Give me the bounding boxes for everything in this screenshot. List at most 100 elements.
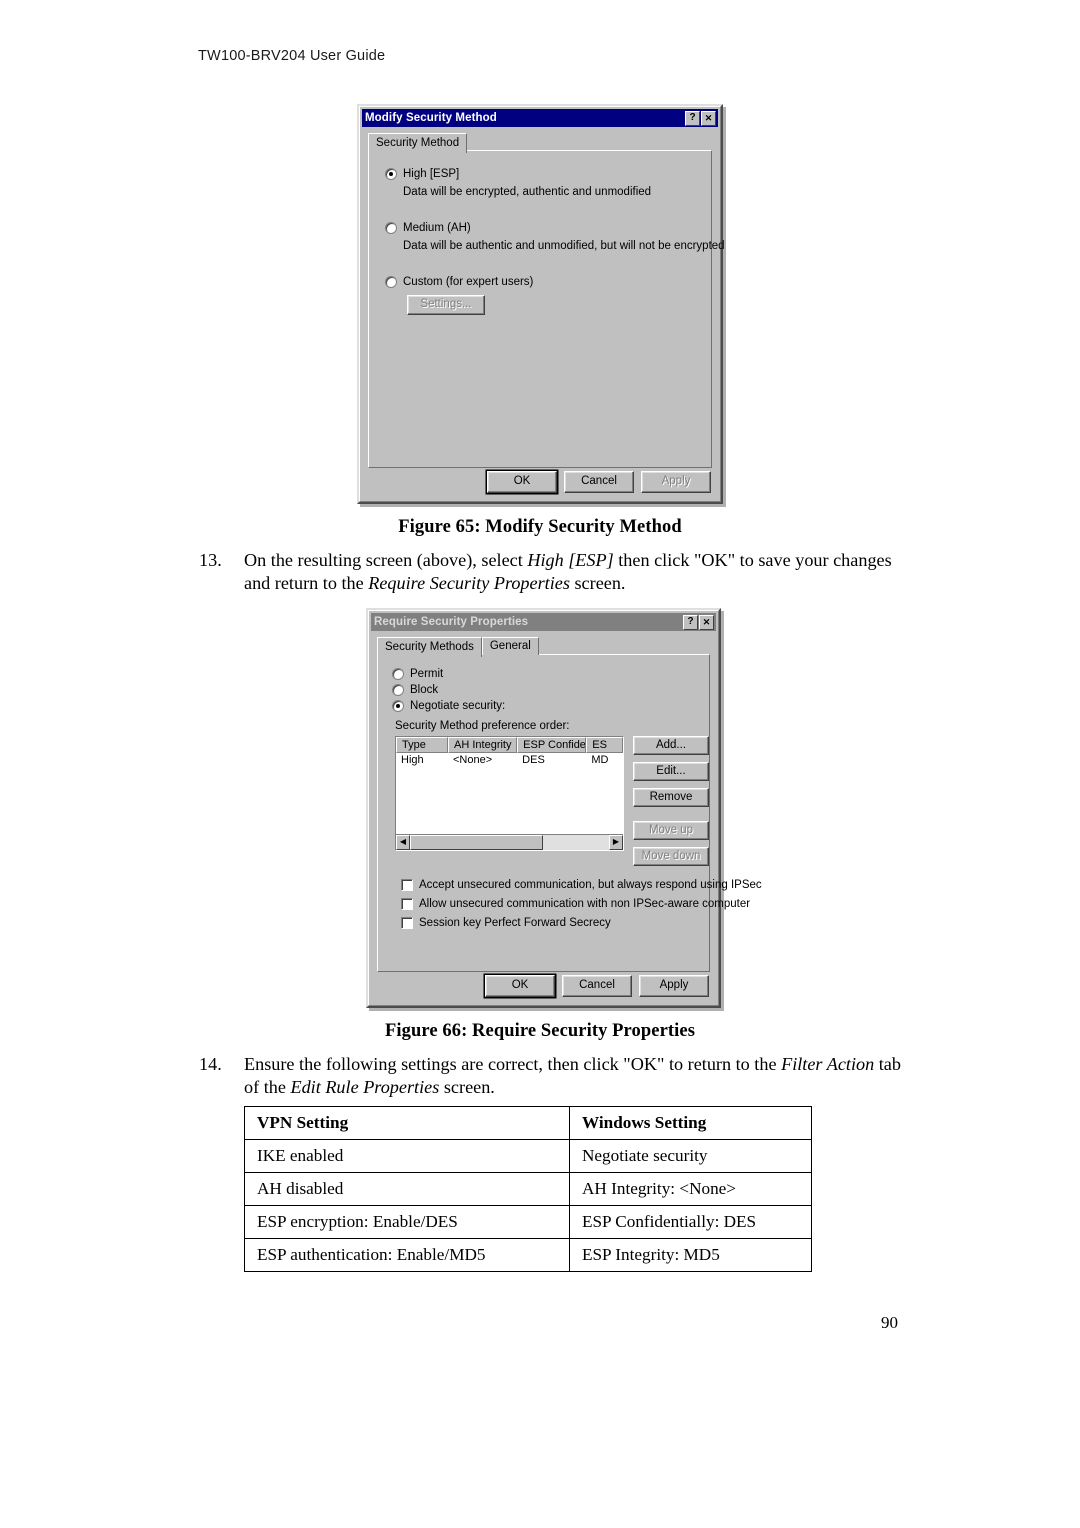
cancel-button-2[interactable]: Cancel — [562, 975, 632, 997]
move-up-button[interactable]: Move up — [633, 821, 709, 840]
table-row[interactable]: High <None> DES MD — [396, 753, 623, 767]
step-14-em1: Filter Action — [781, 1054, 875, 1074]
description-medium-ah: Data will be authentic and unmodified, b… — [403, 240, 725, 252]
apply-button-2[interactable]: Apply — [639, 975, 709, 997]
cell-vpn-setting-1: IKE enabled — [244, 1139, 570, 1173]
tab-strip-2: Security Methods General — [377, 636, 716, 657]
scrollbar-thumb[interactable] — [410, 835, 543, 850]
tab-page-security-methods: Permit Block Negotiate security: Securit… — [377, 654, 762, 972]
list-and-buttons: Type AH Integrity ESP Confidential.. ES … — [392, 736, 709, 866]
security-methods-listview[interactable]: Type AH Integrity ESP Confidential.. ES … — [395, 736, 624, 851]
radio-row-negotiate-security[interactable]: Negotiate security: — [392, 699, 709, 713]
cell-windows-setting-1: Negotiate security — [569, 1139, 812, 1173]
table-header-row: VPN Setting Windows Setting — [244, 1106, 812, 1140]
dialog-title: Modify Security Method — [365, 112, 497, 124]
step-14-part3: screen. — [439, 1077, 495, 1098]
cell-windows-setting-4: ESP Integrity: MD5 — [569, 1238, 812, 1272]
checkbox-allow-unsecured-icon[interactable] — [401, 898, 413, 910]
checkbox-pfs-icon[interactable] — [401, 917, 413, 929]
radio-label-block: Block — [410, 684, 439, 696]
column-header-esp-integrity[interactable]: ES — [586, 737, 623, 753]
table-row: AH disabled AH Integrity: <None> — [244, 1172, 812, 1206]
scroll-left-icon[interactable]: ◀ — [396, 835, 410, 850]
step-13-em2: Require Security Properties — [368, 573, 570, 594]
titlebar-2[interactable]: Require Security Properties ? ✕ — [371, 613, 716, 631]
radio-row-custom[interactable]: Custom (for expert users) — [385, 275, 711, 289]
radio-label-high-esp: High [ESP] — [403, 168, 460, 180]
step-13-body: On the resulting screen (above), select … — [244, 549, 911, 595]
ok-button-2[interactable]: OK — [485, 975, 555, 997]
radio-label-medium-ah: Medium (AH) — [403, 222, 471, 234]
radio-permit-icon[interactable] — [392, 668, 404, 680]
scroll-right-icon[interactable]: ▶ — [609, 835, 623, 850]
scrollbar-track[interactable] — [543, 835, 609, 850]
cell-vpn-setting-4: ESP authentication: Enable/MD5 — [244, 1238, 570, 1272]
column-header-ah-integrity[interactable]: AH Integrity — [448, 737, 518, 753]
add-button[interactable]: Add... — [633, 736, 709, 755]
close-icon[interactable]: ✕ — [701, 110, 716, 126]
step-14-body: Ensure the following settings are correc… — [244, 1053, 911, 1099]
list-label: Security Method preference order: — [395, 720, 570, 732]
radio-row-medium-ah[interactable]: Medium (AH) — [385, 221, 711, 235]
cancel-button[interactable]: Cancel — [564, 471, 634, 493]
page-number: 90 — [881, 1313, 898, 1332]
column-header-windows-setting: Windows Setting — [569, 1106, 812, 1140]
table-row: ESP authentication: Enable/MD5 ESP Integ… — [244, 1238, 812, 1272]
titlebar[interactable]: Modify Security Method ? ✕ — [362, 109, 718, 127]
radio-row-permit[interactable]: Permit — [392, 667, 709, 681]
tab-security-method[interactable]: Security Method — [368, 133, 468, 153]
checkbox-row-accept-unsecured[interactable]: Accept unsecured communication, but alwa… — [401, 878, 762, 892]
step-13-number: 13. — [199, 550, 222, 570]
tab-page-security-method: High [ESP] Data will be encrypted, authe… — [368, 150, 725, 468]
help-icon-2[interactable]: ? — [683, 614, 698, 630]
radio-high-esp-icon[interactable] — [385, 168, 397, 180]
step-13-part1: On the resulting screen (above), select — [244, 550, 528, 570]
tab-general[interactable]: General — [481, 637, 539, 655]
apply-button[interactable]: Apply — [641, 471, 711, 493]
vpn-settings-table: VPN Setting Windows Setting IKE enabled … — [244, 1106, 812, 1272]
remove-button[interactable]: Remove — [633, 788, 709, 807]
cell-esp-confidential: DES — [517, 753, 587, 767]
figure-66-caption: Figure 66: Require Security Properties — [384, 1021, 696, 1041]
radio-custom-icon[interactable] — [385, 276, 397, 288]
radio-negotiate-security-icon[interactable] — [392, 700, 404, 712]
tab-strip: Security Method — [368, 132, 718, 153]
move-down-button[interactable]: Move down — [633, 847, 709, 866]
require-security-properties-dialog: Require Security Properties ? ✕ Security… — [366, 608, 762, 1008]
dialog-title-2: Require Security Properties — [374, 616, 529, 628]
step-14: 14. Ensure the following settings are co… — [199, 1053, 911, 1099]
checkbox-label-allow-unsecured: Allow unsecured communication with non I… — [419, 898, 751, 910]
step-13: 13. On the resulting screen (above), sel… — [199, 549, 911, 595]
cell-esp-integrity: MD — [586, 753, 623, 767]
checkbox-row-pfs[interactable]: Session key Perfect Forward Secrecy — [401, 916, 709, 930]
radio-medium-ah-icon[interactable] — [385, 222, 397, 234]
listview-header-row: Type AH Integrity ESP Confidential.. ES — [396, 737, 623, 753]
step-14-part1: Ensure the following settings are correc… — [244, 1054, 782, 1074]
cell-windows-setting-3: ESP Confidentially: DES — [569, 1205, 812, 1239]
close-icon-2[interactable]: ✕ — [699, 614, 714, 630]
tab-security-methods[interactable]: Security Methods — [377, 637, 482, 657]
step-13-part3: screen. — [569, 573, 626, 594]
ok-button[interactable]: OK — [487, 471, 557, 493]
description-high-esp: Data will be encrypted, authentic and un… — [403, 186, 652, 198]
step-14-number: 14. — [199, 1054, 222, 1074]
checkbox-label-pfs: Session key Perfect Forward Secrecy — [419, 917, 611, 929]
checkbox-group: Accept unsecured communication, but alwa… — [401, 878, 762, 930]
horizontal-scrollbar[interactable]: ◀ ▶ — [396, 834, 623, 850]
help-icon[interactable]: ? — [685, 110, 700, 126]
radio-block-icon[interactable] — [392, 684, 404, 696]
radio-row-block[interactable]: Block — [392, 683, 709, 697]
cell-vpn-setting-2: AH disabled — [244, 1172, 570, 1206]
column-header-esp-confidential[interactable]: ESP Confidential.. — [517, 737, 587, 753]
cell-ah-integrity: <None> — [448, 753, 518, 767]
checkbox-row-allow-unsecured[interactable]: Allow unsecured communication with non I… — [401, 897, 750, 911]
radio-row-high-esp[interactable]: High [ESP] — [385, 167, 711, 181]
edit-button[interactable]: Edit... — [633, 762, 709, 781]
column-header-type[interactable]: Type — [396, 737, 449, 753]
dialog-inner-frame: Modify Security Method ? ✕ Security Meth… — [359, 106, 725, 502]
settings-button[interactable]: Settings... — [407, 295, 485, 315]
dialog-footer-buttons-2: OK Cancel Apply — [485, 975, 709, 997]
cell-vpn-setting-3: ESP encryption: Enable/DES — [244, 1205, 570, 1239]
figure-65-caption: Figure 65: Modify Security Method — [398, 517, 682, 537]
checkbox-accept-unsecured-icon[interactable] — [401, 879, 413, 891]
